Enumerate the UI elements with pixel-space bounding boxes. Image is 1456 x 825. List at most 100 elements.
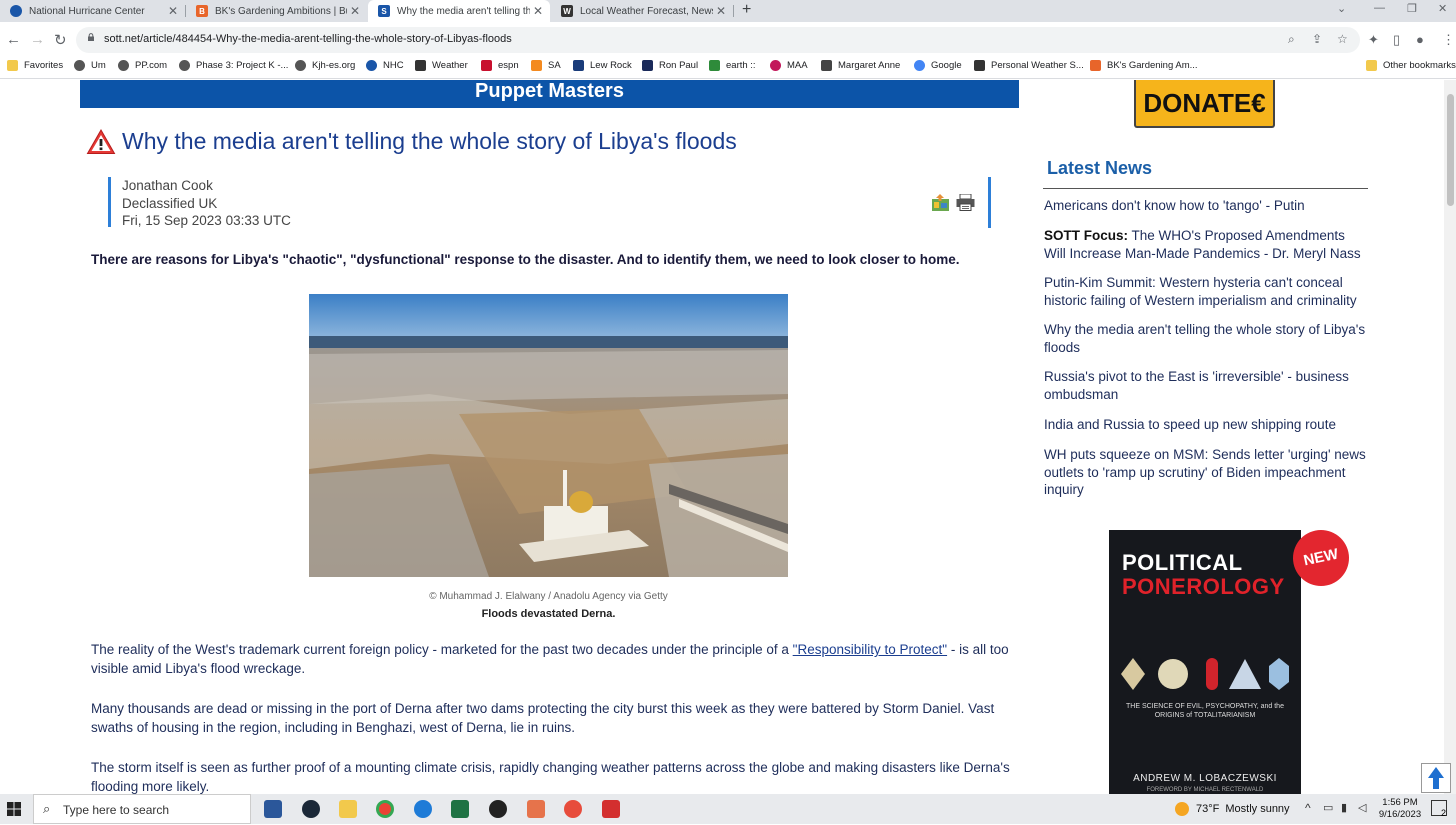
tab-national-hurricane-center[interactable]: National Hurricane Center ✕ (0, 0, 185, 22)
folder-icon (7, 60, 18, 71)
network-icon[interactable]: ▭ (1323, 801, 1333, 814)
steam-icon[interactable] (302, 800, 320, 818)
back-icon[interactable]: ← (6, 31, 21, 48)
edge-icon[interactable] (414, 800, 432, 818)
bookmark-bks-gardening[interactable]: BK's Gardening Am... (1090, 60, 1198, 71)
paint-icon[interactable] (527, 800, 545, 818)
media-player-icon[interactable] (489, 800, 507, 818)
acrobat-icon[interactable] (602, 800, 620, 818)
file-explorer-icon[interactable] (339, 800, 357, 818)
article-paragraph-2: Many thousands are dead or missing in th… (91, 701, 995, 735)
battery-icon[interactable]: ▮ (1341, 801, 1347, 814)
donate-button[interactable]: DONATE€ (1134, 80, 1275, 128)
tab-bks-gardening[interactable]: B BK's Gardening Ambitions | Buffa ✕ (186, 0, 367, 22)
extensions-icon[interactable]: ✦ (1368, 32, 1379, 48)
windows-start-icon[interactable] (7, 802, 21, 816)
news-item[interactable]: India and Russia to speed up new shippin… (1044, 416, 1368, 434)
taskbar-search-box[interactable]: ⌕ Type here to search (33, 794, 251, 824)
article-date: Fri, 15 Sep 2023 03:33 UTC (122, 213, 291, 228)
news-item[interactable]: SOTT Focus: The WHO's Proposed Amendment… (1044, 227, 1368, 262)
temperature: 73°F (1196, 803, 1220, 815)
zoom-icon[interactable]: ⌕ (1288, 32, 1295, 47)
close-tab-icon[interactable]: ✕ (165, 4, 181, 18)
tab-title: BK's Gardening Ambitions | Buffa (215, 5, 347, 17)
close-window-icon[interactable]: ✕ (1438, 2, 1447, 15)
responsibility-to-protect-link[interactable]: "Responsibility to Protect" (793, 642, 947, 657)
news-item[interactable]: WH puts squeeze on MSM: Sends letter 'ur… (1044, 446, 1368, 499)
app-icon[interactable] (564, 800, 582, 818)
bookmark-margaret-anne[interactable]: Margaret Anne (821, 60, 900, 71)
blogger-icon: B (196, 5, 208, 17)
section-banner[interactable]: Puppet Masters (80, 80, 1019, 108)
earth-icon (709, 60, 720, 71)
forward-icon[interactable]: → (30, 31, 45, 48)
article-source[interactable]: Declassified UK (122, 195, 291, 213)
side-panel-icon[interactable]: ▯ (1393, 32, 1400, 48)
close-tab-icon[interactable]: ✕ (530, 4, 546, 18)
bookmark-favorites[interactable]: Favorites (7, 60, 63, 71)
article-lede: There are reasons for Libya's "chaotic",… (91, 252, 960, 267)
system-clock[interactable]: 1:56 PM 9/16/2023 (1376, 797, 1424, 821)
tab-title: National Hurricane Center (29, 5, 145, 17)
close-tab-icon[interactable]: ✕ (347, 4, 363, 18)
windows-taskbar: ⌕ Type here to search 73°F Mostly sunny … (0, 794, 1456, 824)
share-icon[interactable] (931, 193, 950, 212)
bookmark-google[interactable]: Google (914, 60, 962, 71)
address-bar[interactable]: sott.net/article/484454-Why-the-media-ar… (76, 27, 1360, 53)
bookmark-star-icon[interactable]: ☆ (1337, 32, 1348, 46)
book-title-line1: POLITICAL (1122, 550, 1243, 575)
bookmark-ron-paul[interactable]: Ron Paul (642, 60, 698, 71)
book-advert[interactable]: POLITICAL PONEROLOGY THE SCIENCE OF EVIL… (1109, 530, 1301, 794)
restore-icon[interactable]: ❐ (1407, 2, 1417, 15)
weather-conditions: Mostly sunny (1225, 803, 1290, 815)
globe-icon (74, 60, 85, 71)
bookmark-nhc[interactable]: NHC (366, 60, 404, 71)
share-icon[interactable]: ⇪ (1312, 32, 1322, 46)
derna-flood-photo[interactable] (309, 294, 788, 577)
news-item[interactable]: Russia's pivot to the East is 'irreversi… (1044, 368, 1368, 403)
weather-widget[interactable]: 73°F Mostly sunny (1175, 802, 1290, 816)
image-credit: © Muhammad J. Elalwany / Anadolu Agency … (429, 591, 668, 602)
bookmark-weather[interactable]: Weather (415, 60, 468, 71)
bookmark-pp[interactable]: PP.com (118, 60, 167, 71)
news-item[interactable]: Why the media aren't telling the whole s… (1044, 321, 1368, 356)
bookmark-earth[interactable]: earth :: (709, 60, 756, 71)
news-item[interactable]: Americans don't know how to 'tango' - Pu… (1044, 197, 1368, 215)
bookmark-um[interactable]: Um (74, 60, 106, 71)
maa-icon (770, 60, 781, 71)
scrollbar-thumb[interactable] (1447, 94, 1454, 206)
notifications-icon[interactable]: 2 (1431, 800, 1447, 818)
weather-icon (415, 60, 426, 71)
author-name[interactable]: Jonathan Cook (122, 177, 291, 195)
bookmark-phase3[interactable]: Phase 3: Project K -... (179, 60, 288, 71)
tab-sott-article[interactable]: S Why the media aren't telling the ✕ (368, 0, 550, 22)
google-icon (914, 60, 925, 71)
book-author: ANDREW M. LOBACZEWSKI (1133, 773, 1277, 784)
new-tab-button[interactable]: + (742, 1, 751, 19)
speaker-icon[interactable]: ◁ (1358, 801, 1366, 814)
excel-icon[interactable] (451, 800, 469, 818)
scroll-to-top-button[interactable] (1421, 763, 1451, 793)
bookmark-espn[interactable]: espn (481, 60, 519, 71)
tab-search-icon[interactable]: ⌄ (1337, 2, 1346, 15)
bookmark-personal-weather[interactable]: Personal Weather S... (974, 60, 1084, 71)
bookmark-maa[interactable]: MAA (770, 60, 808, 71)
chrome-icon[interactable] (376, 800, 394, 818)
news-item[interactable]: Putin-Kim Summit: Western hysteria can't… (1044, 274, 1368, 309)
bookmark-lew-rock[interactable]: Lew Rock (573, 60, 632, 71)
chevron-up-icon[interactable]: ^ (1305, 801, 1311, 815)
minimize-icon[interactable]: — (1374, 2, 1385, 14)
word-icon[interactable] (264, 800, 282, 818)
profile-avatar-icon[interactable]: ● (1416, 32, 1424, 47)
other-bookmarks[interactable]: Other bookmarks (1366, 60, 1456, 71)
close-tab-icon[interactable]: ✕ (713, 4, 729, 18)
bookmark-kjh[interactable]: Kjh-es.org (295, 60, 355, 71)
reload-icon[interactable]: ↻ (54, 31, 67, 49)
url-text[interactable]: sott.net/article/484454-Why-the-media-ar… (104, 33, 512, 45)
tab-local-weather[interactable]: W Local Weather Forecast, News an ✕ (551, 0, 733, 22)
menu-icon[interactable]: ⋮ (1442, 32, 1455, 48)
lrc-icon (573, 60, 584, 71)
search-placeholder: Type here to search (63, 803, 170, 817)
print-icon[interactable] (956, 194, 975, 211)
bookmark-sa[interactable]: SA (531, 60, 561, 71)
